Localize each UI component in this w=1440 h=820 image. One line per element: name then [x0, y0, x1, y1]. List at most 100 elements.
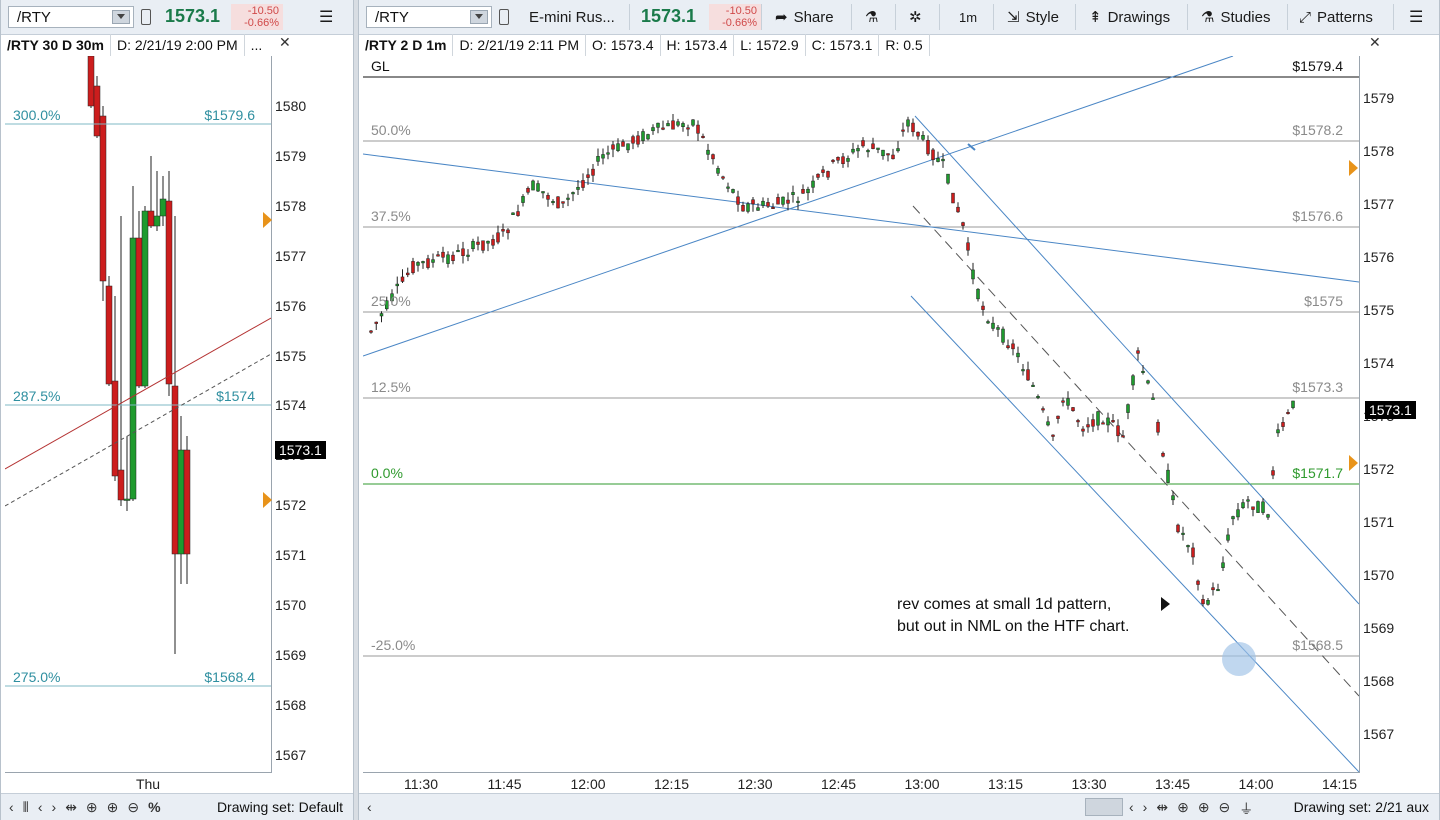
candle-body: [651, 127, 655, 132]
left-y-axis[interactable]: 1580157915781577157615751574157315721571…: [271, 56, 351, 772]
drawings-button[interactable]: ⇞ Drawings: [1089, 4, 1170, 30]
style-button[interactable]: ⇲ Style: [1007, 4, 1059, 30]
y-tick-label: 1571: [1363, 514, 1395, 530]
candle-body: [1286, 412, 1290, 415]
left-chart-date: D: 2/21/19 2:00 PM: [111, 34, 245, 56]
right-chg-value: -10.50: [725, 5, 757, 17]
right-high: H: 1573.4: [661, 34, 735, 56]
crosshair-icon[interactable]: ⊕: [1177, 799, 1189, 819]
candle-body: [1006, 345, 1010, 349]
right-plot-area[interactable]: GL $1579.4 50.0% $1578.2 37.5% $1576.6 2…: [362, 55, 1360, 773]
zoom-in-icon[interactable]: ⊕: [107, 799, 119, 816]
flask-icon[interactable]: ⚗: [865, 4, 878, 30]
right-low: L: 1572.9: [734, 34, 806, 56]
candle-body: [476, 241, 480, 245]
x-tick-label: 12:15: [653, 776, 690, 792]
candle-body: [436, 254, 440, 257]
candle-body: [1086, 424, 1090, 428]
link-icon[interactable]: [141, 9, 151, 25]
right-scroll-left: ‹: [367, 799, 372, 815]
candle-body: [1031, 384, 1035, 387]
fib-value-0: $1571.7: [1292, 465, 1343, 481]
candle-body: [701, 135, 705, 138]
candle-body: [1181, 532, 1185, 535]
y-tick-label: 1570: [1363, 567, 1395, 583]
right-info-bar: /RTY 2 D 1m D: 2/21/19 2:11 PM O: 1573.4…: [359, 34, 1439, 56]
scrollbar-thumb[interactable]: [1085, 798, 1123, 816]
scroll-right-icon[interactable]: ›: [1143, 799, 1148, 819]
y-tick-label: 1568: [1363, 673, 1395, 689]
scroll-left-icon[interactable]: ‹: [367, 799, 372, 815]
candle-body: [400, 276, 405, 282]
y-tick-label: 1577: [1363, 196, 1395, 212]
x-tick-label: 11:45: [487, 776, 522, 792]
candle-body: [1111, 420, 1115, 423]
studies-button[interactable]: ⚗ Studies: [1201, 4, 1271, 30]
gear-icon[interactable]: ✲: [909, 4, 922, 30]
chevron-down-icon[interactable]: [112, 10, 130, 24]
link-icon[interactable]: [499, 9, 509, 25]
scroll-left-icon[interactable]: ‹: [1129, 799, 1134, 819]
candle-body: [501, 229, 505, 232]
right-drawing-set[interactable]: Drawing set: 2/21 aux: [1294, 799, 1429, 815]
menu-icon[interactable]: ☰: [319, 4, 333, 30]
candle-body: [93, 85, 101, 137]
candle-body: [99, 115, 107, 282]
candle-body: [691, 119, 695, 126]
toolbar-divider: [851, 4, 852, 30]
candle-body: [981, 305, 985, 310]
zoom-out-icon[interactable]: ⊖: [1219, 799, 1231, 819]
share-button[interactable]: ➦ Share: [775, 4, 834, 30]
patterns-button[interactable]: ⤢ Patterns: [1299, 4, 1373, 30]
candle-body: [566, 197, 570, 200]
annotation-line-1: rev comes at small 1d pattern,: [897, 596, 1112, 613]
scroll-left-icon[interactable]: ‹: [38, 799, 43, 816]
candle-body: [1041, 408, 1045, 411]
pan-icon[interactable]: ⇹: [65, 799, 77, 816]
candle-body: [741, 205, 745, 212]
scroll-right-icon[interactable]: ›: [52, 799, 57, 816]
zoom-in-icon[interactable]: ⊕: [1198, 799, 1210, 819]
close-x-icon[interactable]: ✕: [279, 34, 291, 51]
right-open: O: 1573.4: [586, 34, 661, 56]
y-tick-label: 1575: [1363, 302, 1395, 318]
crosshair-icon[interactable]: ⊕: [86, 799, 98, 816]
candle-body: [1216, 589, 1220, 592]
candle-body: [576, 186, 580, 190]
timeframe-button[interactable]: 1m: [959, 4, 977, 30]
percent-icon[interactable]: %: [148, 799, 160, 816]
zoom-out-icon[interactable]: ⊖: [127, 799, 139, 816]
list-icon[interactable]: ☰: [1409, 4, 1423, 30]
fib-label-125: 12.5%: [371, 379, 411, 395]
drawings-label: Drawings: [1107, 8, 1171, 26]
chart-annotation[interactable]: rev comes at small 1d pattern, but out i…: [897, 594, 1129, 638]
candle-body: [481, 240, 485, 251]
close-x-icon[interactable]: ✕: [1369, 34, 1381, 51]
candle-body: [671, 120, 675, 130]
candle-body: [876, 147, 880, 150]
scroll-left-icon[interactable]: ‹: [9, 799, 14, 816]
pan-icon[interactable]: ⇹: [1156, 799, 1168, 819]
toolbar-divider: [629, 4, 630, 30]
right-symbol-selector[interactable]: /RTY: [366, 6, 492, 28]
level-icon[interactable]: ⏚: [1239, 799, 1253, 819]
candle-body: [866, 150, 870, 153]
candle-body: [1171, 495, 1175, 501]
candle-body: [656, 122, 660, 128]
left-drawing-set[interactable]: Drawing set: Default: [217, 799, 343, 815]
chevron-down-icon[interactable]: [470, 10, 488, 24]
fib-label-25: 25.0%: [371, 293, 411, 309]
candle-body: [1271, 470, 1275, 476]
left-symbol-selector[interactable]: /RTY: [8, 6, 134, 28]
x-tick-label: 13:00: [904, 776, 940, 792]
candle-body: [1256, 501, 1260, 513]
y-tick-label: 1572: [275, 497, 307, 514]
candle-body: [696, 124, 700, 134]
left-plot-area[interactable]: 300.0% $1579.6 287.5% $1574 275.0% $1568…: [4, 55, 272, 773]
left-bottom-bar: ‹ ⦀ ‹ › ⇹ ⊕ ⊕ ⊖ % Drawing set: Default: [1, 793, 353, 820]
candle-body: [716, 168, 720, 174]
scroll-handle-icon[interactable]: ⦀: [23, 799, 29, 816]
left-more-button[interactable]: ...: [245, 34, 269, 56]
gl-label: GL: [371, 58, 390, 74]
annotation-arrow-icon: [1161, 597, 1170, 611]
